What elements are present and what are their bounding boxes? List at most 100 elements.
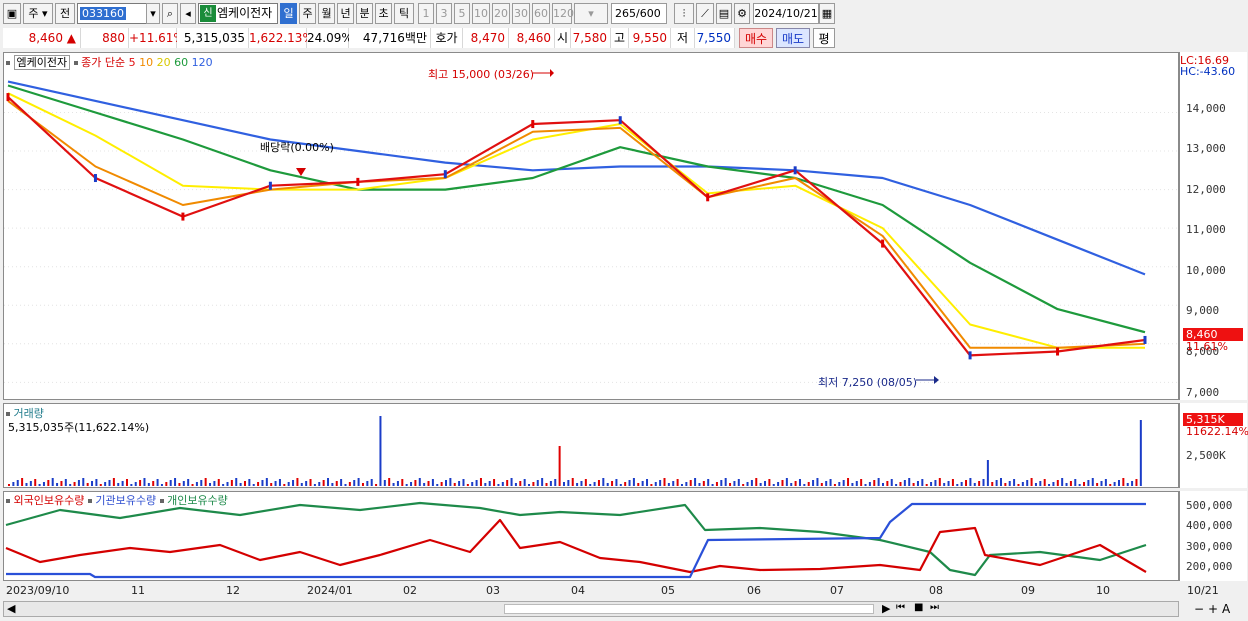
volume-bar xyxy=(868,482,871,486)
volume-bar xyxy=(335,481,338,486)
volume-bar xyxy=(562,482,565,486)
volume-bar xyxy=(243,481,246,486)
volume-bar xyxy=(676,479,679,486)
volume-bar xyxy=(1087,480,1090,486)
volume-bar xyxy=(589,484,592,486)
volume-bar xyxy=(1083,482,1086,486)
min-annotation: 최저 7,250 (08/05) xyxy=(818,376,918,389)
legend-ma5: 5 xyxy=(128,56,136,69)
volume-bar xyxy=(785,478,788,486)
volume-bar xyxy=(755,478,758,486)
volume-bar xyxy=(488,481,491,486)
volume-bar xyxy=(51,478,54,486)
dividend-annotation: 배당락(0.00%) xyxy=(260,141,334,154)
volume-bar xyxy=(746,482,749,486)
volume-bar xyxy=(1126,483,1129,486)
volume-bar xyxy=(820,483,823,486)
volume-bar xyxy=(152,481,155,486)
volume-bar xyxy=(1021,482,1024,486)
volume-bar xyxy=(25,483,28,486)
volume-bar xyxy=(296,478,299,486)
volume-bar xyxy=(523,479,526,486)
volume-bar xyxy=(781,480,784,486)
volume-bar xyxy=(327,478,330,486)
volume-bar xyxy=(1096,483,1099,486)
volume-bar xyxy=(209,483,212,486)
volume-bar xyxy=(1074,479,1077,486)
xtick: 06 xyxy=(747,584,761,597)
candle xyxy=(706,193,710,202)
scroll-thumb[interactable] xyxy=(504,604,874,614)
volume-bar xyxy=(217,479,220,486)
volume-bar xyxy=(659,480,662,486)
volume-bar xyxy=(1013,479,1016,486)
stop-icon[interactable]: ■ xyxy=(914,602,923,613)
volume-bar xyxy=(667,483,670,486)
volume-bar xyxy=(200,480,203,486)
volume-bar xyxy=(991,482,994,486)
volume-bar xyxy=(925,484,928,486)
volume-bar xyxy=(965,480,968,486)
volume-bar xyxy=(532,482,535,486)
volume-bar xyxy=(182,481,185,486)
volume-bar xyxy=(445,480,447,486)
volume-bar xyxy=(375,484,378,486)
volume-bar xyxy=(554,479,557,486)
hc-label: HC:-43.60 xyxy=(1180,65,1236,78)
volume-bar xyxy=(300,483,303,486)
volume-bar xyxy=(313,484,316,486)
volume-bar xyxy=(711,484,714,486)
volume-bar xyxy=(672,481,675,486)
volume-bar xyxy=(261,480,264,486)
volume-bar xyxy=(637,483,640,486)
ma-line-120 xyxy=(7,80,1146,276)
volume-bar xyxy=(16,480,19,486)
stock-chart-window: { "toolbar": { "market": "주", "prev": "전… xyxy=(0,0,1248,621)
volume-bar xyxy=(999,478,1002,486)
volume-bar xyxy=(903,480,906,486)
xtick: 10 xyxy=(1096,584,1110,597)
zoom-in-icon[interactable]: + xyxy=(1208,602,1218,616)
volume-bar xyxy=(99,484,102,486)
volume-bar xyxy=(1100,481,1103,486)
volume-bar xyxy=(685,482,688,486)
volume-bar xyxy=(1004,483,1007,486)
candle xyxy=(181,212,185,221)
volume-rate-label: 11622.14% xyxy=(1186,425,1248,438)
candle xyxy=(356,177,360,186)
horizontal-scrollbar[interactable]: ◀ ▶ ⏮ ■ ⏭ − + A xyxy=(3,601,1230,617)
volume-bar xyxy=(449,478,452,486)
volume-bar xyxy=(571,478,574,486)
volume-bar xyxy=(855,481,858,486)
volume-bar xyxy=(396,481,399,486)
volume-bar xyxy=(1131,481,1134,486)
volume-bar xyxy=(252,484,255,486)
volume-bar xyxy=(807,482,810,486)
volume-bar xyxy=(38,484,41,486)
volume-bar xyxy=(1052,482,1055,486)
volume-bar xyxy=(156,479,159,486)
volume-bar xyxy=(641,481,644,486)
forward-icon[interactable]: ⏭ xyxy=(930,602,939,613)
zoom-out-icon[interactable]: − xyxy=(1194,602,1204,616)
rewind-icon[interactable]: ⏮ xyxy=(896,602,905,613)
volume-bar xyxy=(366,481,369,486)
volume-bar xyxy=(619,484,622,486)
volume-bar xyxy=(471,482,474,486)
scroll-left-icon[interactable]: ◀ xyxy=(7,602,15,615)
volume-bar xyxy=(930,482,933,486)
volume-bar xyxy=(829,479,832,486)
scroll-right-icon[interactable]: ▶ xyxy=(882,602,890,615)
volume-bar xyxy=(82,478,85,486)
volume-bar xyxy=(737,479,740,486)
volume-bar xyxy=(916,481,919,486)
volume-bar xyxy=(121,481,124,486)
volume-bar xyxy=(305,481,308,486)
text-tool-icon[interactable]: A xyxy=(1222,602,1230,616)
legend-dot-icon xyxy=(6,499,10,503)
volume-bar xyxy=(191,484,194,486)
volume-bar xyxy=(392,483,395,486)
volume-bar xyxy=(29,481,32,486)
xtick: 04 xyxy=(571,584,585,597)
volume-bar xyxy=(768,479,771,486)
